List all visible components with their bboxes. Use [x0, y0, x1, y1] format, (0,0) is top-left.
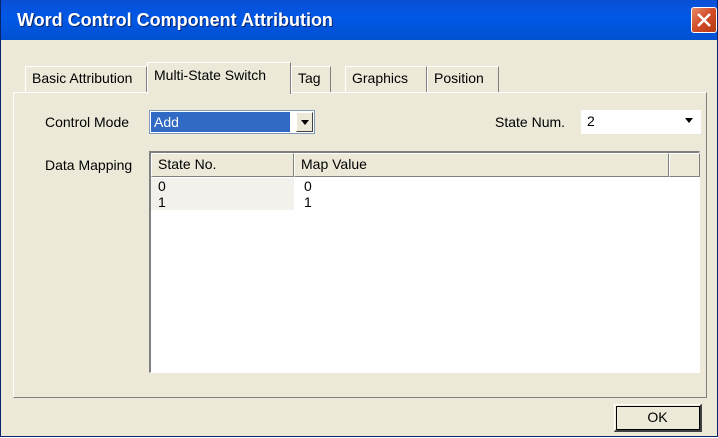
title-bar[interactable]: Word Control Component Attribution [1, 0, 717, 40]
control-mode-label: Control Mode [45, 114, 130, 130]
state-no-cell[interactable]: 1 [158, 194, 166, 210]
tab-graphics[interactable]: Graphics [345, 66, 427, 92]
column-header-state-no[interactable]: State No. [151, 153, 294, 177]
column-header-label: State No. [158, 156, 217, 172]
close-icon [697, 13, 711, 27]
state-no-cell[interactable]: 0 [158, 178, 166, 194]
state-num-dropdown-button[interactable] [681, 111, 697, 131]
ok-button[interactable]: OK [614, 404, 702, 432]
column-header-filler [669, 153, 700, 177]
map-value-cell[interactable]: 1 [304, 194, 312, 210]
map-value-cell[interactable]: 0 [304, 178, 312, 194]
column-header-map-value[interactable]: Map Value [294, 153, 669, 177]
tab-tag[interactable]: Tag [291, 66, 331, 92]
tab-position[interactable]: Position [427, 66, 499, 92]
close-button[interactable] [691, 7, 717, 33]
control-mode-dropdown-button[interactable] [296, 112, 313, 132]
chevron-down-icon [685, 118, 693, 123]
row-shade [151, 178, 294, 194]
tab-label: Multi-State Switch [154, 67, 267, 83]
control-mode-value: Add [151, 112, 290, 132]
dialog-window: Word Control Component Attribution Basic… [0, 0, 718, 437]
tab-basic-attribution[interactable]: Basic Attribution [25, 66, 147, 92]
data-mapping-label: Data Mapping [45, 157, 133, 173]
control-mode-select[interactable]: Add [149, 110, 315, 134]
state-num-label: State Num. [495, 114, 566, 130]
row-shade [151, 194, 294, 210]
tab-label: Tag [298, 70, 321, 86]
tab-label: Position [434, 70, 484, 86]
tab-label: Basic Attribution [32, 70, 133, 86]
ok-button-label: OK [647, 409, 668, 425]
column-header-label: Map Value [301, 156, 367, 172]
chevron-down-icon [301, 120, 309, 125]
data-mapping-list[interactable]: State No. Map Value 0 0 1 1 [149, 151, 700, 373]
window-title: Word Control Component Attribution [17, 10, 333, 30]
tab-label: Graphics [352, 70, 409, 86]
state-num-select[interactable]: 2 [581, 110, 701, 134]
tab-multi-state-switch[interactable]: Multi-State Switch [147, 62, 291, 94]
state-num-value: 2 [587, 113, 595, 129]
